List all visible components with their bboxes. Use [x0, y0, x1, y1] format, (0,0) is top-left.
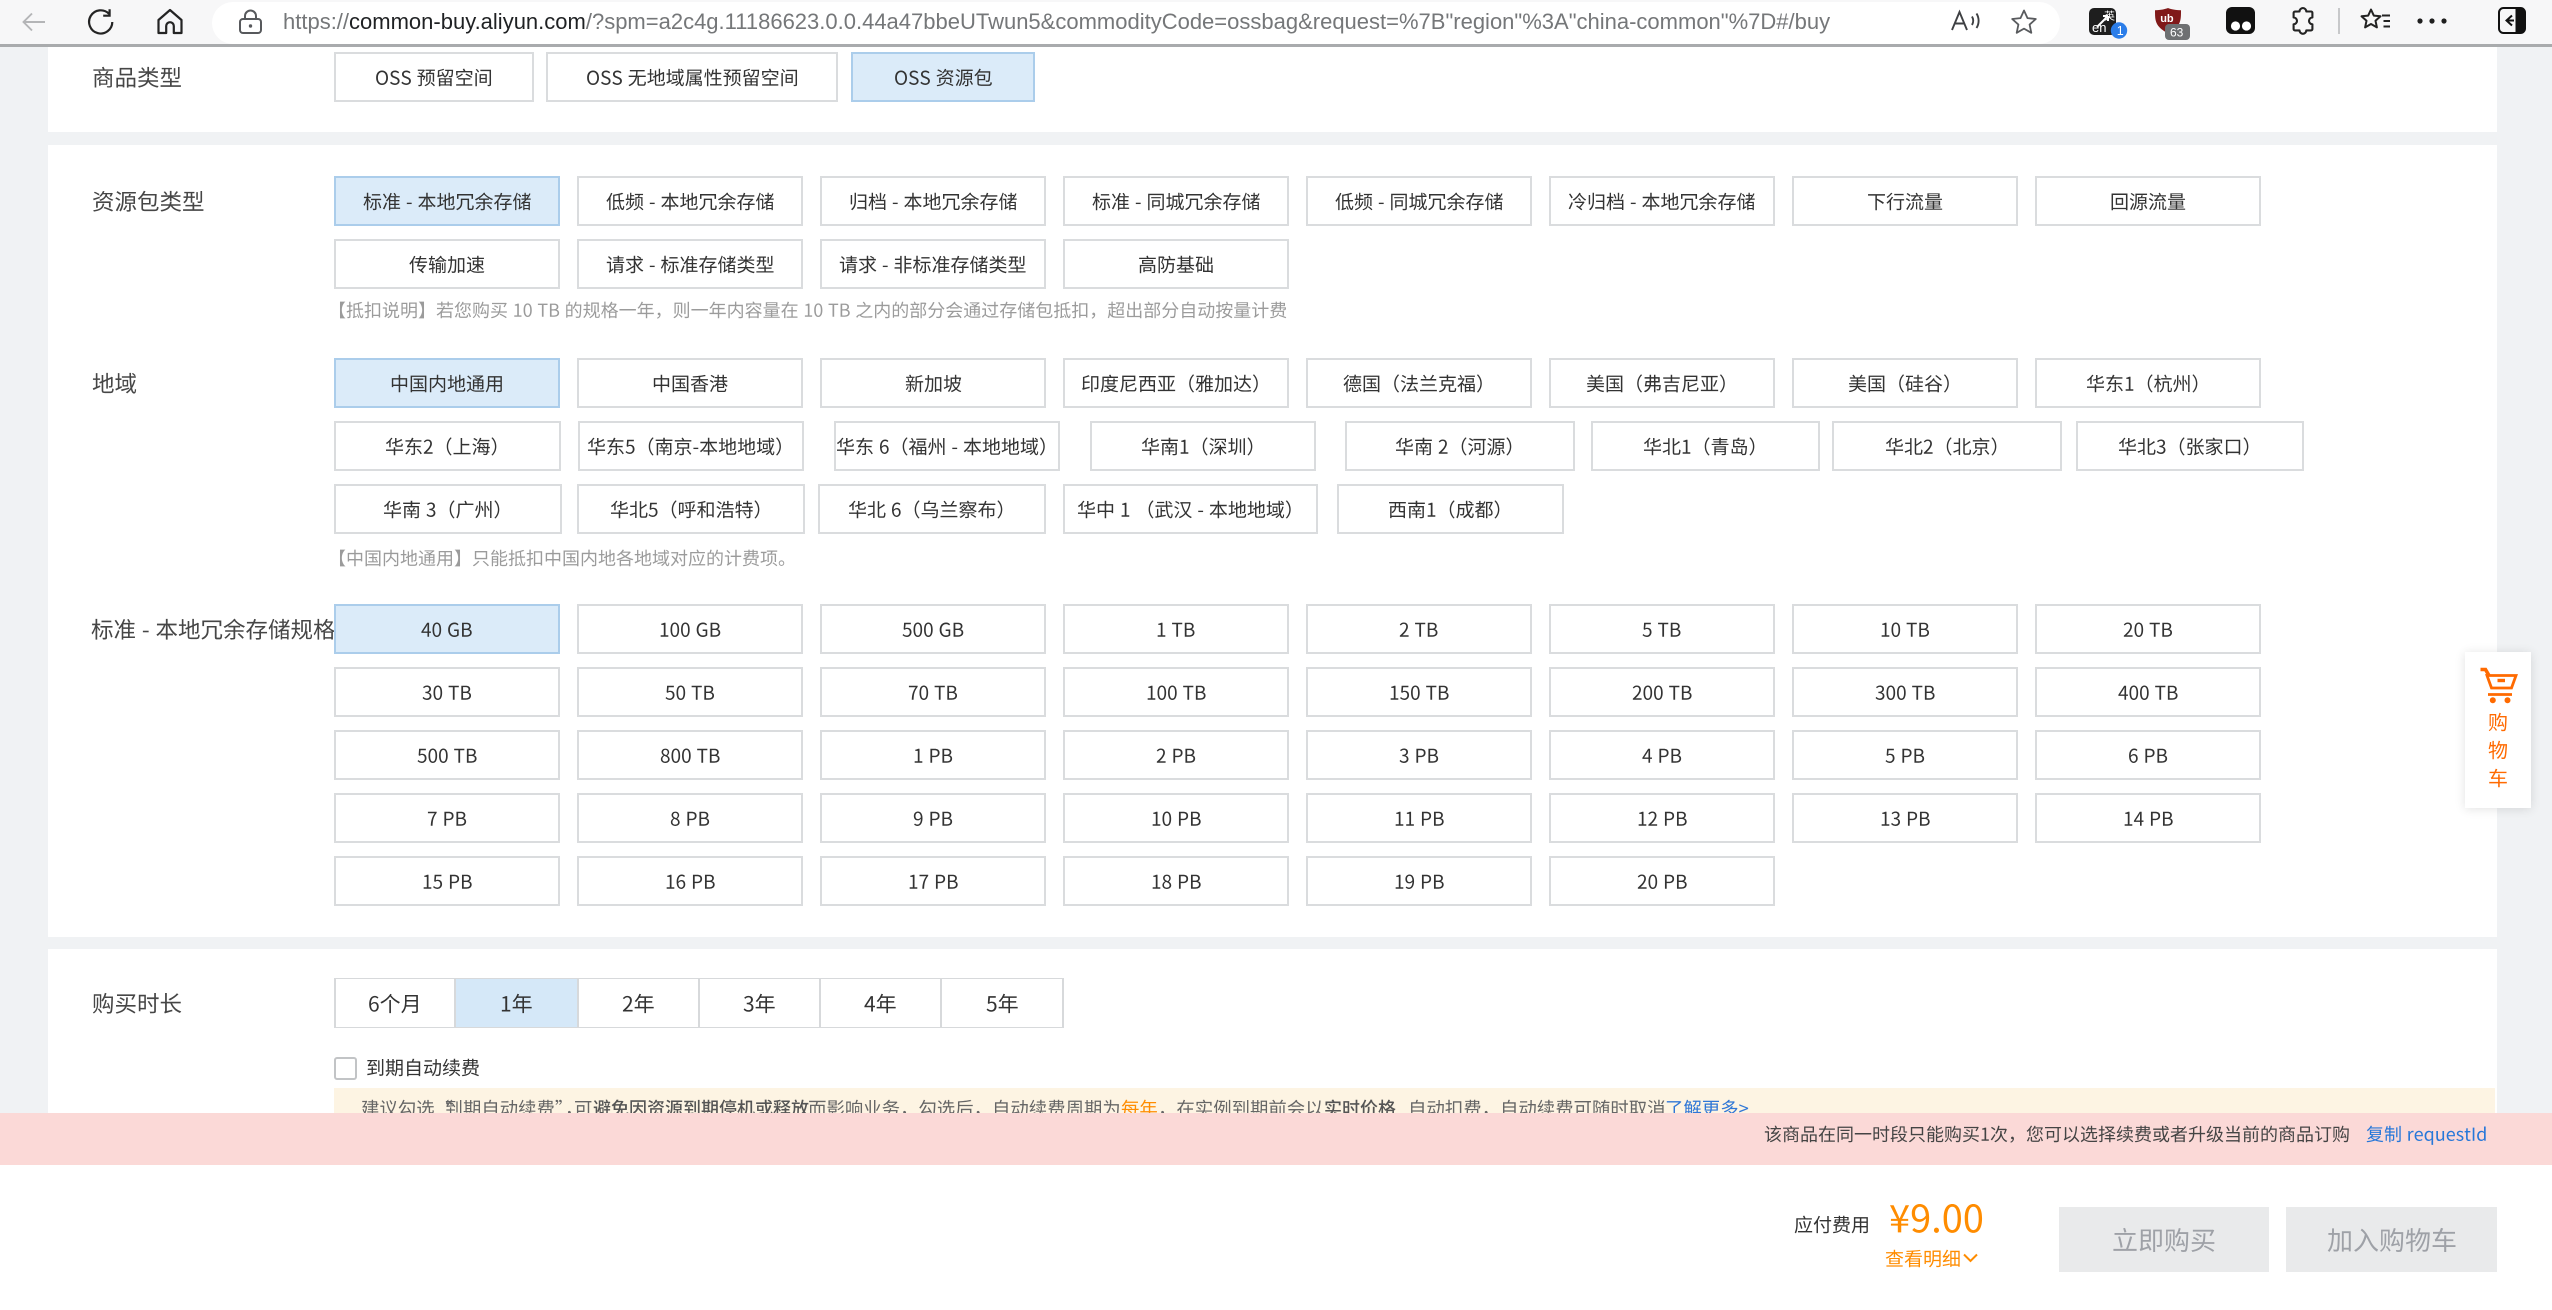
svg-text:1: 1 — [2117, 24, 2124, 38]
svg-text:63: 63 — [2170, 26, 2184, 40]
svg-text:ub: ub — [2160, 13, 2174, 25]
